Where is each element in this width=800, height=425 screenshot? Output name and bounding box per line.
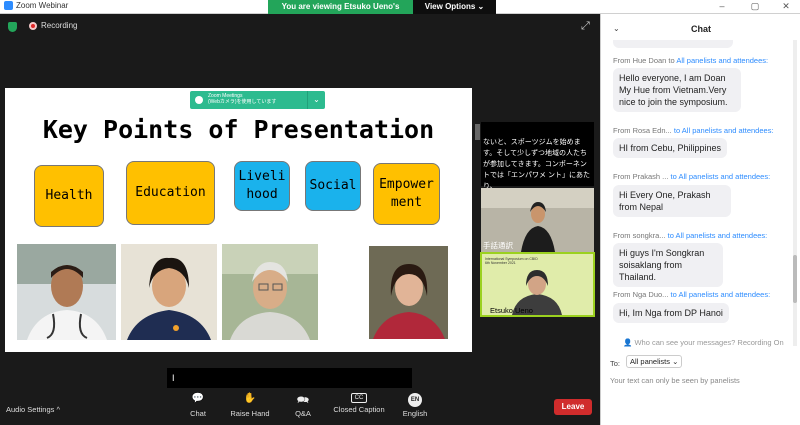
speaker-name-label: Etsuko Ueno [490,306,533,315]
fullscreen-icon[interactable]: ⤢ [581,20,590,33]
closed-caption-label: Closed Caption [333,405,385,414]
meeting-toolbar: Audio Settings ^ 💬 Chat ✋ Raise Hand 🗪 Q… [0,388,600,425]
qa-button[interactable]: 🗪 Q&A [288,388,318,418]
audio-settings-button[interactable]: Audio Settings ^ [6,405,60,414]
previous-message-tail [613,40,733,48]
chevron-down-icon[interactable]: ⌄ [307,91,325,109]
person-illustration [121,244,217,340]
language-button[interactable]: EN English [400,388,430,418]
box-social: Social [305,161,361,211]
strip-scrollbar[interactable] [475,124,480,140]
presenter-photo-3 [222,244,318,340]
language-label: English [402,409,428,418]
close-icon[interactable]: ✕ [776,1,796,12]
chat-button[interactable]: 💬 Chat [182,388,214,418]
raise-hand-label: Raise Hand [230,409,270,418]
recording-icon [29,22,37,30]
leave-button[interactable]: Leave [554,399,592,415]
presenter-photo-4 [369,246,448,339]
presenter-photo-1 [17,244,116,340]
screen-share-banner: You are viewing Etsuko Ueno's screen Vie… [268,0,496,25]
window-title: Zoom Webinar [16,1,69,10]
chat-icon: 💬 [191,393,205,404]
cc-icon: CC [351,393,367,403]
person-icon: 👤 [623,338,633,347]
chat-message: HI from Cebu, Philippines [613,138,728,158]
box-empowerment: Empower ment [373,163,440,225]
slide-title: Key Points of Presentation [42,115,435,144]
privacy-note-text: Who can see your messages? Recording On [634,338,784,347]
closed-caption-button[interactable]: CC Closed Caption [330,388,388,414]
person-illustration [17,244,116,340]
recording-label: Recording [41,21,78,30]
box-education: Education [126,161,215,225]
raise-hand-icon: ✋ [243,393,257,404]
sign-language-label: 手話通訳 [483,241,513,250]
chevron-down-icon: ⌄ [672,357,679,366]
message-sender: From Hue Doan to All panelists and atten… [613,56,769,65]
box-health: Health [34,165,104,227]
view-options-button[interactable]: View Options ⌄ [413,0,496,14]
language-icon: EN [408,393,422,407]
recipient-select[interactable]: All panelists ⌄ [626,355,683,368]
chat-message: Hello everyone, I am Doan My Hue from Vi… [613,68,741,112]
share-area: Recording ⤢ Zoom Meetings (Webカメラ)を使用してい… [0,14,600,425]
chat-title: Chat [691,24,711,34]
zoom-notice-bar: Zoom Meetings (Webカメラ)を使用しています ⌄ [190,91,325,109]
app-title: Zoom Webinar [4,1,68,10]
presenter-photo-2 [121,244,217,340]
chat-scrollbar[interactable] [793,40,797,346]
privacy-note[interactable]: 👤 Who can see your messages? Recording O… [623,338,784,347]
chat-message: Hi guys I'm Songkran soisaklang from Tha… [613,243,723,287]
person-illustration [369,246,448,339]
qa-label: Q&A [295,409,311,418]
message-sender: From Nga Duo... to All panelists and att… [613,290,771,299]
chevron-up-icon: ^ [56,405,60,414]
audio-settings-label: Audio Settings [6,405,55,414]
recipient-value: All panelists [630,357,671,366]
chat-input[interactable]: Your text can only be seen by panelists [610,376,740,385]
chat-panel: ⌄ Chat From Hue Doan to All panelists an… [600,14,800,425]
shared-slide: Zoom Meetings (Webカメラ)を使用しています ⌄ Key Poi… [5,88,472,352]
message-sender: From Rosa Edn... to All panelists and at… [613,126,774,135]
subtitle-text: ないと、スポーツジムを始めます。そして少しずつ地域の人たちが参加してきます。コン… [483,139,590,190]
message-sender: From Prakash ... to All panelists and at… [613,172,771,181]
maximize-icon[interactable]: ▢ [745,1,765,12]
message-sender: From songkra... to All panelists and att… [613,231,768,240]
chat-label: Chat [190,409,206,418]
zoom-notice-line2: (Webカメラ)を使用しています [208,99,277,105]
box-livelihood: Liveli hood [234,161,290,211]
person-illustration [222,244,318,340]
minimize-icon[interactable]: – [712,1,732,11]
to-label: To: [610,359,621,368]
chat-message: Hi Every One, Prakash from Nepal [613,185,731,217]
scrollbar-thumb[interactable] [793,255,797,303]
chat-message: Hi, Im Nga from DP Hanoi [613,303,729,323]
shield-icon[interactable] [8,22,17,32]
speaker-slide-sub: 6th November 2021 [485,261,516,265]
zoom-logo-icon [4,1,13,10]
caption-cursor: I [172,373,175,383]
camera-icon [195,96,203,104]
qa-icon: 🗪 [296,395,310,406]
raise-hand-button[interactable]: ✋ Raise Hand [226,388,274,418]
viewing-banner-text: You are viewing Etsuko Ueno's screen [268,0,413,25]
